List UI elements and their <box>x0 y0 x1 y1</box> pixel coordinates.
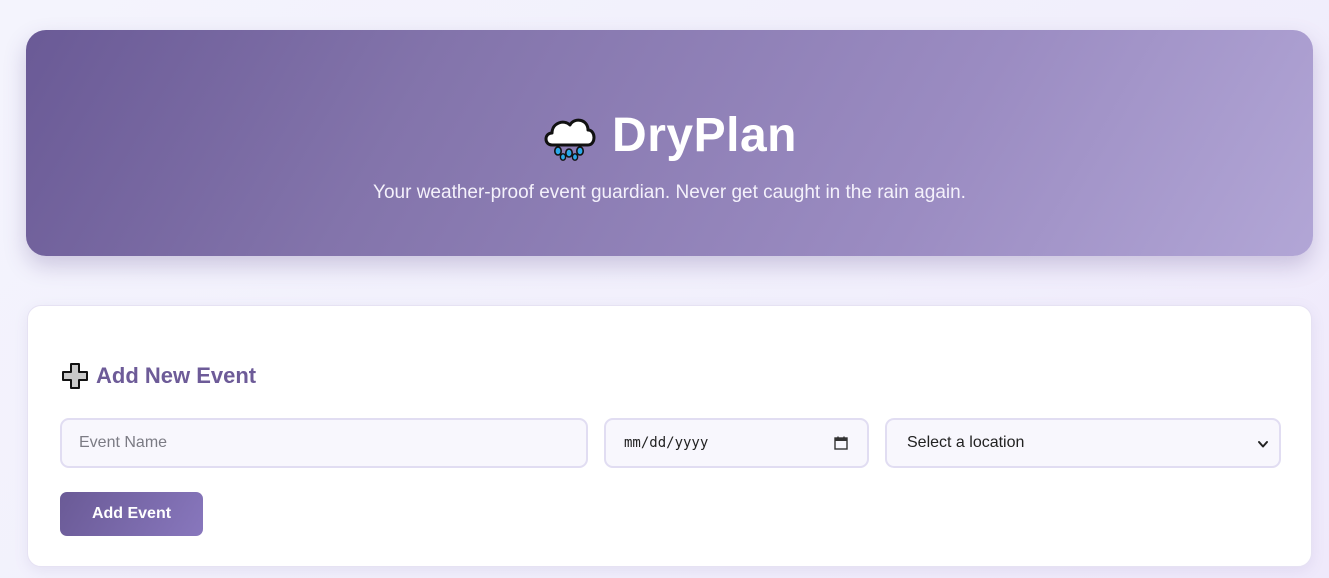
hero-title-row: DryPlan <box>26 108 1313 163</box>
event-name-input[interactable] <box>62 420 586 466</box>
event-name-field-wrapper <box>60 418 588 468</box>
app-title: DryPlan <box>612 109 797 162</box>
chevron-down-icon <box>1257 437 1269 449</box>
app-subtitle: Your weather-proof event guardian. Never… <box>373 182 966 203</box>
date-placeholder: mm/dd/yyyy <box>624 435 709 451</box>
cloud-rain-icon <box>542 111 598 161</box>
add-event-card: Add New Event mm/dd/yyyy Select a locati… <box>27 305 1312 567</box>
add-event-button[interactable]: Add Event <box>60 492 203 536</box>
location-selected-value: Select a location <box>907 434 1025 451</box>
calendar-icon[interactable] <box>833 435 849 451</box>
location-select[interactable]: Select a location <box>885 418 1281 468</box>
add-event-heading: Add New Event <box>61 362 256 390</box>
card-title: Add New Event <box>96 363 257 388</box>
plus-icon <box>61 362 89 390</box>
event-date-input[interactable]: mm/dd/yyyy <box>604 418 869 468</box>
hero-banner: DryPlan Your weather-proof event guardia… <box>26 30 1313 256</box>
